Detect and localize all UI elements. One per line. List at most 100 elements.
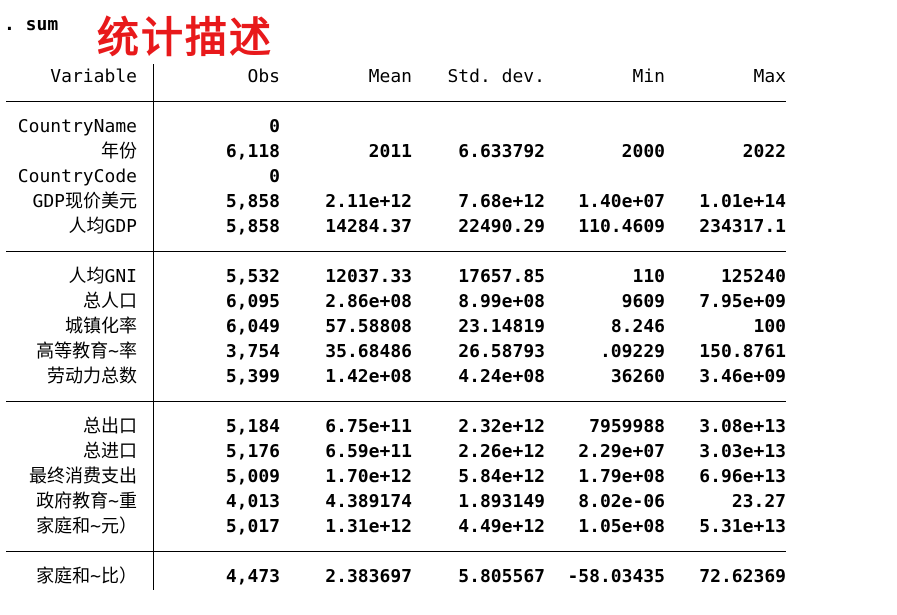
std-dev-value: 8.99e+08 [458,291,545,312]
variable-name: CountryCode [17,166,137,187]
std-dev-value: 2.26e+12 [458,441,545,462]
max-value [670,114,786,139]
obs-value: 5,858 [225,216,280,237]
obs-value: 5,399 [225,366,280,387]
header-variable: Variable [50,66,137,87]
command-prompt: . sum [4,14,59,35]
mean-value: 6.75e+11 [325,416,412,437]
std-dev-value: 23.14819 [458,316,545,337]
header-min: Min [632,66,665,87]
variable-name: 总人口 [83,291,137,312]
mean-value: 57.58808 [325,316,412,337]
mean-value: 1.42e+08 [325,366,412,387]
min-value: 36260 [610,366,665,387]
mean-value: 1.31e+12 [325,516,412,537]
std-dev-value: 4.24e+08 [458,366,545,387]
min-value: 1.79e+08 [578,466,665,487]
mean-value: 6.59e+11 [325,441,412,462]
column-separator [153,64,154,590]
variable-name: 家庭和~元） [36,516,137,537]
variable-name: 年份 [101,141,137,162]
variable-name: 政府教育~重 [36,491,137,512]
min-value: 8.02e-06 [578,491,665,512]
obs-value: 5,009 [225,466,280,487]
obs-value: 4,013 [225,491,280,512]
variable-name: 城镇化率 [65,316,137,337]
std-dev-value: 7.68e+12 [458,191,545,212]
min-value: 9609 [621,291,665,312]
mean-value: 2.86e+08 [325,291,412,312]
max-value [670,164,786,189]
std-dev-value [417,114,545,139]
max-value: 3.03e+13 [699,441,786,462]
obs-value: 3,754 [225,341,280,362]
obs-value: 5,017 [225,516,280,537]
variable-name: 总进口 [83,441,137,462]
variable-name: 高等教育~率 [36,341,137,362]
group-divider [6,401,786,402]
min-value: 110.4609 [578,216,665,237]
obs-value: 6,118 [225,141,280,162]
min-value: 8.246 [610,316,665,337]
std-dev-value: 22490.29 [458,216,545,237]
variable-name: 人均GDP [68,216,137,237]
mean-value: 14284.37 [325,216,412,237]
max-value: 234317.1 [699,216,786,237]
obs-value: 0 [269,166,280,187]
max-value: 5.31e+13 [699,516,786,537]
mean-value: 2011 [368,141,412,162]
min-value [550,114,665,139]
header-obs: Obs [247,66,280,87]
page-title: 统计描述 [97,13,274,62]
group-divider [6,551,786,552]
variable-name: CountryName [17,116,137,137]
min-value: 1.40e+07 [578,191,665,212]
header-mean: Mean [368,66,412,87]
min-value: 2000 [621,141,665,162]
max-value: 7.95e+09 [699,291,786,312]
variable-name: 最终消费支出 [29,466,137,487]
variable-name: 人均GNI [68,266,137,287]
obs-value: 0 [269,116,280,137]
min-value [550,164,665,189]
mean-value: 2.383697 [325,566,412,587]
obs-value: 6,095 [225,291,280,312]
mean-value: 2.11e+12 [325,191,412,212]
max-value: 1.01e+14 [699,191,786,212]
std-dev-value: 17657.85 [458,266,545,287]
mean-value [285,164,412,189]
obs-value: 5,858 [225,191,280,212]
min-value: 7959988 [589,416,665,437]
min-value: .09229 [599,341,665,362]
variable-name: 总出口 [83,416,137,437]
group-divider [6,251,786,252]
obs-value: 5,532 [225,266,280,287]
mean-value: 12037.33 [325,266,412,287]
header-divider [6,101,786,102]
mean-value [285,114,412,139]
min-value: 110 [632,266,665,287]
header-std-dev: Std. dev. [447,66,545,87]
max-value: 23.27 [731,491,786,512]
mean-value: 35.68486 [325,341,412,362]
obs-value: 4,473 [225,566,280,587]
std-dev-value: 4.49e+12 [458,516,545,537]
std-dev-value [417,164,545,189]
max-value: 6.96e+13 [699,466,786,487]
obs-value: 5,176 [225,441,280,462]
obs-value: 5,184 [225,416,280,437]
std-dev-value: 5.805567 [458,566,545,587]
variable-name: 家庭和~比） [36,566,137,587]
header-max: Max [753,66,786,87]
min-value: 1.05e+08 [578,516,665,537]
max-value: 150.8761 [699,341,786,362]
std-dev-value: 6.633792 [458,141,545,162]
min-value: -58.03435 [567,566,665,587]
mean-value: 1.70e+12 [325,466,412,487]
variable-name: GDP现价美元 [32,191,137,212]
std-dev-value: 5.84e+12 [458,466,545,487]
variable-name: 劳动力总数 [47,366,137,387]
min-value: 2.29e+07 [578,441,665,462]
max-value: 72.62369 [699,566,786,587]
std-dev-value: 1.893149 [458,491,545,512]
